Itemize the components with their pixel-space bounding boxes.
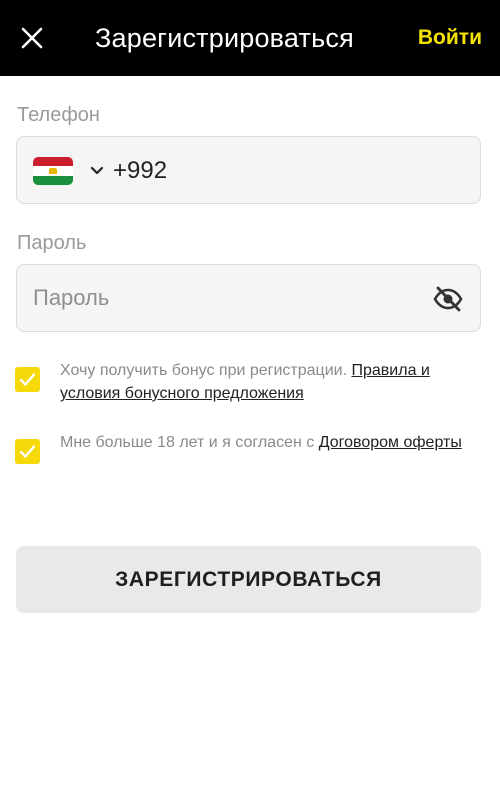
password-label: Пароль bbox=[17, 232, 87, 254]
phone-field[interactable]: +992 bbox=[16, 136, 481, 204]
login-link[interactable]: Войти bbox=[418, 0, 482, 76]
chevron-down-icon[interactable] bbox=[89, 163, 105, 179]
age-consent-label: Мне больше 18 лет и я согласен с bbox=[60, 434, 315, 451]
country-code: +992 bbox=[113, 157, 168, 184]
app-header: Зарегистрироваться Войти bbox=[0, 0, 500, 76]
register-button[interactable]: ЗАРЕГИСТРИРОВАТЬСЯ bbox=[16, 546, 481, 613]
age-consent-text: Мне больше 18 лет и я согласен с Договор… bbox=[60, 431, 470, 454]
check-icon bbox=[19, 445, 36, 458]
close-button[interactable] bbox=[18, 24, 46, 52]
password-input[interactable] bbox=[33, 265, 423, 331]
phone-label: Телефон bbox=[17, 104, 100, 126]
close-icon bbox=[21, 27, 43, 49]
check-icon bbox=[19, 373, 36, 386]
bonus-consent-text: Хочу получить бонус при регистрации. Пра… bbox=[60, 359, 470, 405]
password-field-container bbox=[16, 264, 481, 332]
page-title: Зарегистрироваться bbox=[95, 23, 354, 53]
eye-off-icon[interactable] bbox=[432, 283, 464, 315]
tajikistan-flag-icon bbox=[33, 157, 73, 185]
bonus-consent-label: Хочу получить бонус при регистрации. bbox=[60, 362, 348, 379]
bonus-checkbox[interactable] bbox=[15, 367, 40, 392]
offer-agreement-link[interactable]: Договором оферты bbox=[319, 434, 462, 451]
age-checkbox[interactable] bbox=[15, 439, 40, 464]
